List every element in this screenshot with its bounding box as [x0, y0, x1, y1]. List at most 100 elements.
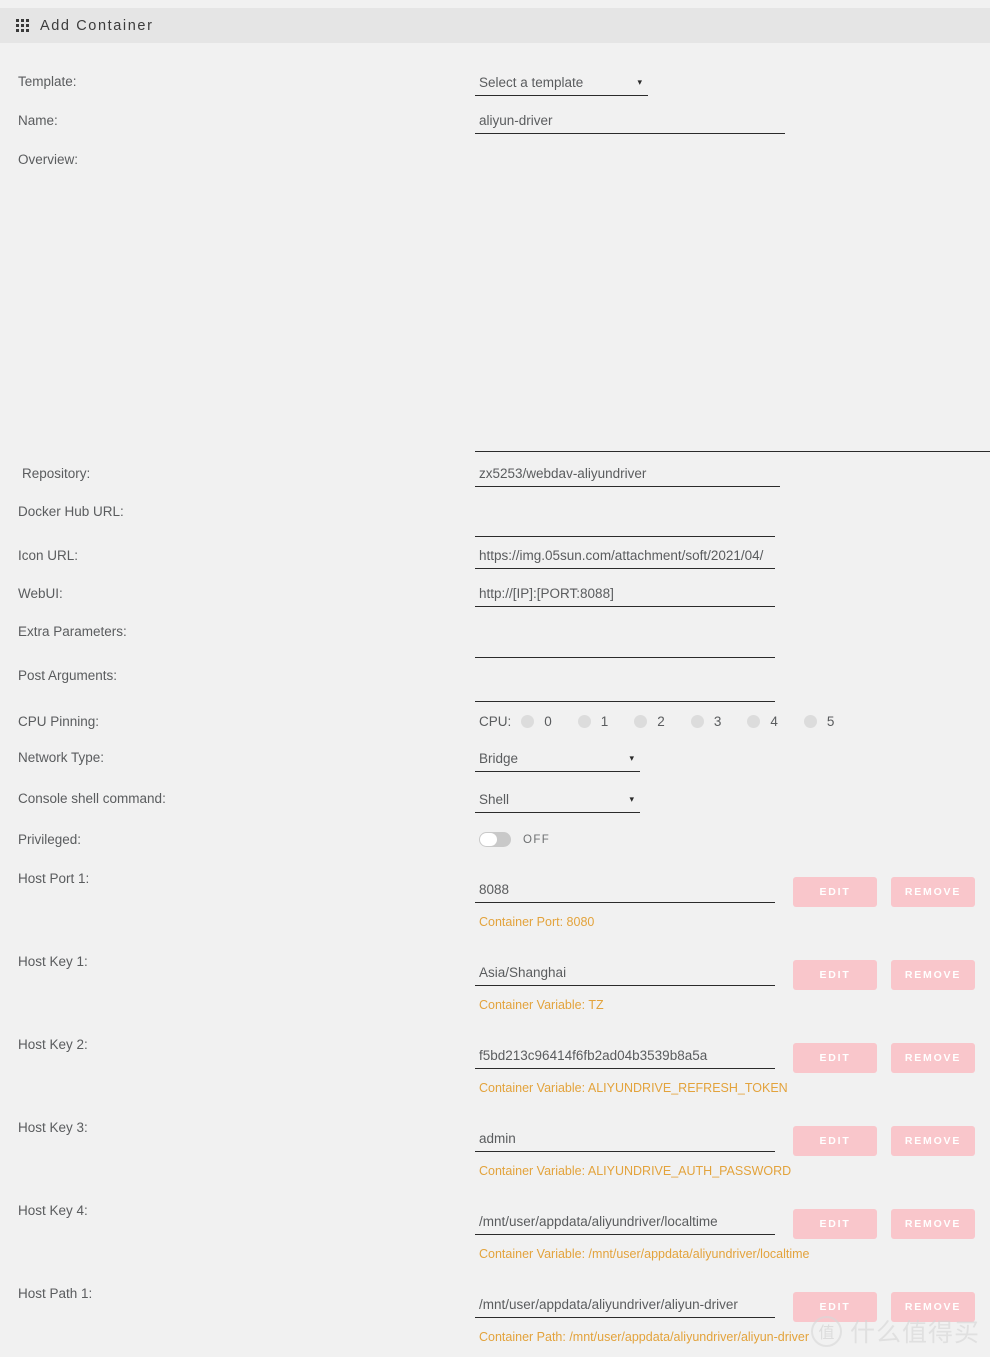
repository-input[interactable]	[475, 466, 780, 487]
remove-button[interactable]: REMOVE	[891, 1209, 975, 1240]
network-type-select-wrapper[interactable]: ▾	[475, 751, 640, 773]
row-privileged: Privileged: OFF	[0, 832, 990, 848]
edit-button[interactable]: EDIT	[793, 1043, 877, 1074]
privileged-toggle-group[interactable]: OFF	[475, 832, 990, 848]
label-post-arguments: Post Arguments:	[18, 668, 118, 683]
label-host-key-2: Host Key 2:	[18, 1037, 88, 1053]
cpu-core-label: 0	[544, 714, 552, 729]
window-title: Add Container	[40, 17, 154, 34]
host-key-2-input[interactable]	[475, 1048, 775, 1070]
host-key-4-actions: EDIT REMOVE	[793, 1209, 975, 1240]
privileged-toggle[interactable]	[479, 832, 511, 848]
console-shell-select-wrapper[interactable]: ▾	[475, 792, 640, 814]
cpu-pinning-group: CPU: 0 1 2 3 4 5	[475, 714, 990, 729]
row-cpu-pinning: CPU Pinning: CPU: 0 1 2 3 4 5	[0, 714, 990, 730]
host-key-3-hint: Container Variable: ALIYUNDRIVE_AUTH_PAS…	[479, 1164, 792, 1179]
template-select[interactable]	[475, 75, 648, 96]
cpu-core-2[interactable]: 2	[634, 714, 665, 729]
row-name: Name:	[0, 113, 990, 134]
host-key-1-hint: Container Variable: TZ	[479, 998, 604, 1013]
name-input[interactable]	[475, 113, 785, 134]
cpu-core-0[interactable]: 0	[521, 714, 552, 729]
row-webui: WebUI:	[0, 586, 990, 607]
row-extra-parameters: Extra Parameters:	[0, 624, 990, 658]
row-host-path-1: Host Path 1: Container Path: /mnt/user/a…	[0, 1286, 990, 1344]
host-path-1-hint: Container Path: /mnt/user/appdata/aliyun…	[479, 1330, 810, 1345]
privileged-state-label: OFF	[523, 833, 551, 846]
host-key-2-actions: EDIT REMOVE	[793, 1043, 975, 1074]
radio-icon[interactable]	[690, 715, 704, 728]
docker-hub-url-input[interactable]	[475, 516, 775, 537]
host-key-3-input[interactable]	[475, 1131, 775, 1153]
label-console-shell: Console shell command:	[18, 791, 166, 807]
cpu-core-4[interactable]: 4	[747, 714, 778, 729]
row-network-type: Network Type: ▾	[0, 750, 990, 773]
radio-icon[interactable]	[577, 715, 591, 728]
row-repository: Repository:	[0, 466, 990, 487]
host-port-1-input[interactable]	[475, 882, 775, 904]
row-host-key-3: Host Key 3: Container Variable: ALIYUNDR…	[0, 1120, 990, 1178]
label-name: Name:	[18, 113, 58, 128]
edit-button[interactable]: EDIT	[793, 1126, 877, 1157]
row-console-shell: Console shell command: ▾	[0, 791, 990, 814]
remove-button[interactable]: REMOVE	[891, 960, 975, 991]
add-container-form: Template: ▾ Name: Overview: Repository: …	[0, 43, 990, 1344]
host-key-4-input[interactable]	[475, 1214, 775, 1236]
label-icon-url: Icon URL:	[18, 548, 79, 563]
host-key-3-actions: EDIT REMOVE	[793, 1126, 975, 1157]
template-select-wrapper[interactable]: ▾	[475, 75, 648, 96]
remove-button[interactable]: REMOVE	[891, 1126, 975, 1157]
edit-button[interactable]: EDIT	[793, 1292, 877, 1323]
row-overview: Overview:	[0, 152, 990, 452]
host-key-1-actions: EDIT REMOVE	[793, 960, 975, 991]
row-host-key-1: Host Key 1: Container Variable: TZ EDIT …	[0, 954, 990, 1012]
overview-textarea[interactable]	[475, 152, 990, 452]
host-port-1-actions: EDIT REMOVE	[793, 877, 975, 908]
host-port-1-hint: Container Port: 8080	[479, 915, 595, 930]
label-docker-hub-url: Docker Hub URL:	[18, 504, 124, 519]
label-network-type: Network Type:	[18, 750, 105, 766]
webui-input[interactable]	[475, 586, 775, 607]
label-cpu-pinning: CPU Pinning:	[18, 714, 100, 729]
remove-button[interactable]: REMOVE	[891, 1292, 975, 1323]
row-template: Template: ▾	[0, 74, 990, 96]
row-host-key-2: Host Key 2: Container Variable: ALIYUNDR…	[0, 1037, 990, 1095]
cpu-prefix-label: CPU:	[479, 714, 512, 729]
console-shell-select[interactable]	[475, 792, 640, 814]
icon-url-input[interactable]	[475, 548, 775, 569]
extra-parameters-input[interactable]	[475, 637, 775, 658]
row-post-arguments: Post Arguments:	[0, 668, 990, 702]
cpu-core-5[interactable]: 5	[803, 714, 834, 729]
cpu-core-label: 2	[657, 714, 665, 729]
host-key-2-hint: Container Variable: ALIYUNDRIVE_REFRESH_…	[479, 1081, 788, 1096]
label-extra-parameters: Extra Parameters:	[18, 624, 127, 639]
edit-button[interactable]: EDIT	[793, 960, 877, 991]
post-arguments-input[interactable]	[475, 681, 775, 702]
host-key-1-input[interactable]	[475, 965, 775, 987]
remove-button[interactable]: REMOVE	[891, 877, 975, 908]
host-path-1-input[interactable]	[475, 1297, 775, 1319]
radio-icon[interactable]	[634, 715, 648, 728]
label-host-key-3: Host Key 3:	[18, 1120, 88, 1136]
edit-button[interactable]: EDIT	[793, 1209, 877, 1240]
window-titlebar: Add Container	[0, 8, 990, 43]
cpu-core-3[interactable]: 3	[690, 714, 722, 729]
cpu-core-label: 3	[713, 714, 722, 729]
cpu-core-1[interactable]: 1	[577, 714, 609, 729]
network-type-select[interactable]	[475, 751, 640, 773]
host-key-4-hint: Container Variable: /mnt/user/appdata/al…	[479, 1247, 810, 1262]
row-host-key-4: Host Key 4: Container Variable: /mnt/use…	[0, 1203, 990, 1261]
remove-button[interactable]: REMOVE	[891, 1043, 975, 1074]
radio-icon[interactable]	[521, 715, 535, 728]
radio-icon[interactable]	[747, 715, 761, 728]
edit-button[interactable]: EDIT	[793, 877, 877, 908]
label-host-path-1: Host Path 1:	[18, 1286, 93, 1302]
radio-icon[interactable]	[803, 715, 817, 728]
cpu-core-label: 4	[770, 714, 778, 729]
row-icon-url: Icon URL:	[0, 548, 990, 569]
cpu-core-label: 1	[600, 714, 609, 729]
host-path-1-actions: EDIT REMOVE	[793, 1292, 975, 1323]
label-host-port-1: Host Port 1:	[18, 871, 90, 887]
row-host-port-1: Host Port 1: Container Port: 8080 EDIT R…	[0, 871, 990, 929]
label-overview: Overview:	[18, 152, 79, 167]
